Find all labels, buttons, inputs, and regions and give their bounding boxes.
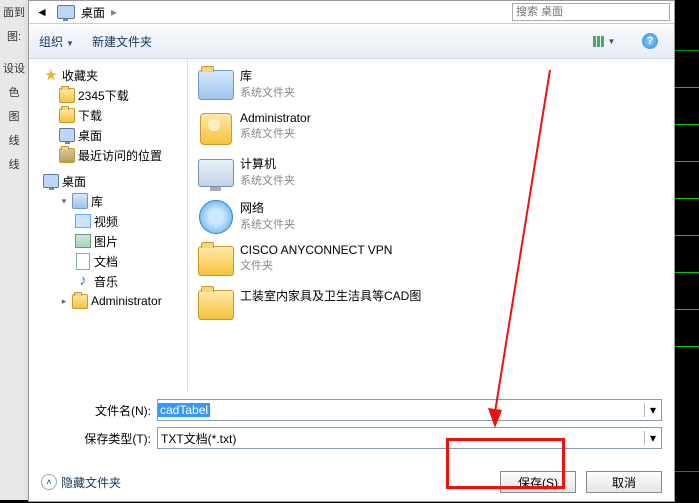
nav-administrator[interactable]: ▸ Administrator <box>35 291 181 311</box>
filename-field[interactable]: cadTabel ▾ <box>157 399 662 421</box>
folder-icon <box>198 243 234 279</box>
nav-tree: ★ 收藏夹 2345下载 下载 桌面 最近访问的位置 桌面 ▾ 库 视频 <box>29 59 188 391</box>
music-icon: ♪ <box>75 273 91 289</box>
folder-icon <box>198 287 234 323</box>
background-app-left-panel: 面到图: 设设色 图线线 <box>0 0 29 500</box>
dialog-footer: ˄ 隐藏文件夹 保存(S) 取消 <box>29 461 674 503</box>
savetype-field[interactable]: TXT文档(*.txt) ▾ <box>157 427 662 449</box>
user-folder-icon <box>198 111 234 147</box>
nav-desktop[interactable]: 桌面 <box>35 171 181 191</box>
network-icon <box>198 199 234 235</box>
nav-fav-2345[interactable]: 2345下载 <box>35 85 181 105</box>
filename-dropdown[interactable]: ▾ <box>644 403 661 417</box>
nav-fav-desktop[interactable]: 桌面 <box>35 125 181 145</box>
help-button[interactable]: ? <box>636 30 664 52</box>
list-item[interactable]: 库系统文件夹 <box>192 65 670 105</box>
view-options-button[interactable]: ▼ <box>590 30 618 52</box>
computer-icon <box>198 155 234 191</box>
breadcrumb-location[interactable]: 桌面 <box>81 4 105 21</box>
back-button[interactable]: ◄ <box>33 4 51 20</box>
save-dialog: ◄ 桌面 ▸ 组织▼ 新建文件夹 ▼ ? ★ 收藏夹 2345下载 下载 桌面 … <box>28 0 675 502</box>
organize-button[interactable]: 组织▼ <box>39 33 74 50</box>
savetype-dropdown[interactable]: ▾ <box>644 431 661 445</box>
star-icon: ★ <box>43 67 59 83</box>
nav-lib-music[interactable]: ♪音乐 <box>35 271 181 291</box>
desktop-icon <box>57 4 75 20</box>
save-form: 文件名(N): cadTabel ▾ 保存类型(T): TXT文档(*.txt)… <box>29 391 674 461</box>
nav-lib-pictures[interactable]: 图片 <box>35 231 181 251</box>
filename-value[interactable]: cadTabel <box>158 403 210 417</box>
list-item[interactable]: CISCO ANYCONNECT VPN文件夹 <box>192 241 670 281</box>
filename-label: 文件名(N): <box>41 402 157 419</box>
list-item[interactable]: Administrator系统文件夹 <box>192 109 670 149</box>
hide-folders-toggle[interactable]: ˄ 隐藏文件夹 <box>41 474 121 491</box>
savetype-label: 保存类型(T): <box>41 430 157 447</box>
savetype-value: TXT文档(*.txt) <box>158 430 239 447</box>
list-item[interactable]: 工装室内家具及卫生洁具等CAD图 <box>192 285 670 325</box>
address-bar: ◄ 桌面 ▸ <box>29 1 674 24</box>
list-item[interactable]: 计算机系统文件夹 <box>192 153 670 193</box>
nav-lib-videos[interactable]: 视频 <box>35 211 181 231</box>
list-item[interactable]: 网络系统文件夹 <box>192 197 670 237</box>
cancel-button[interactable]: 取消 <box>586 471 662 493</box>
collapse-icon[interactable]: ▾ <box>59 196 69 206</box>
nav-fav-recent[interactable]: 最近访问的位置 <box>35 145 181 165</box>
filename-input[interactable] <box>210 401 644 419</box>
file-list[interactable]: 库系统文件夹 Administrator系统文件夹 计算机系统文件夹 网络系统文… <box>188 59 674 391</box>
chevron-right-icon[interactable]: ▸ <box>111 5 117 19</box>
chevron-up-icon: ˄ <box>41 474 57 490</box>
save-button[interactable]: 保存(S) <box>500 471 576 493</box>
nav-favorites[interactable]: ★ 收藏夹 <box>35 65 181 85</box>
libraries-icon <box>198 67 234 103</box>
new-folder-button[interactable]: 新建文件夹 <box>92 33 152 50</box>
nav-fav-downloads[interactable]: 下载 <box>35 105 181 125</box>
nav-libraries[interactable]: ▾ 库 <box>35 191 181 211</box>
nav-lib-documents[interactable]: 文档 <box>35 251 181 271</box>
expand-icon[interactable]: ▸ <box>59 296 69 306</box>
search-input[interactable] <box>512 3 670 21</box>
toolbar: 组织▼ 新建文件夹 ▼ ? <box>29 24 674 59</box>
